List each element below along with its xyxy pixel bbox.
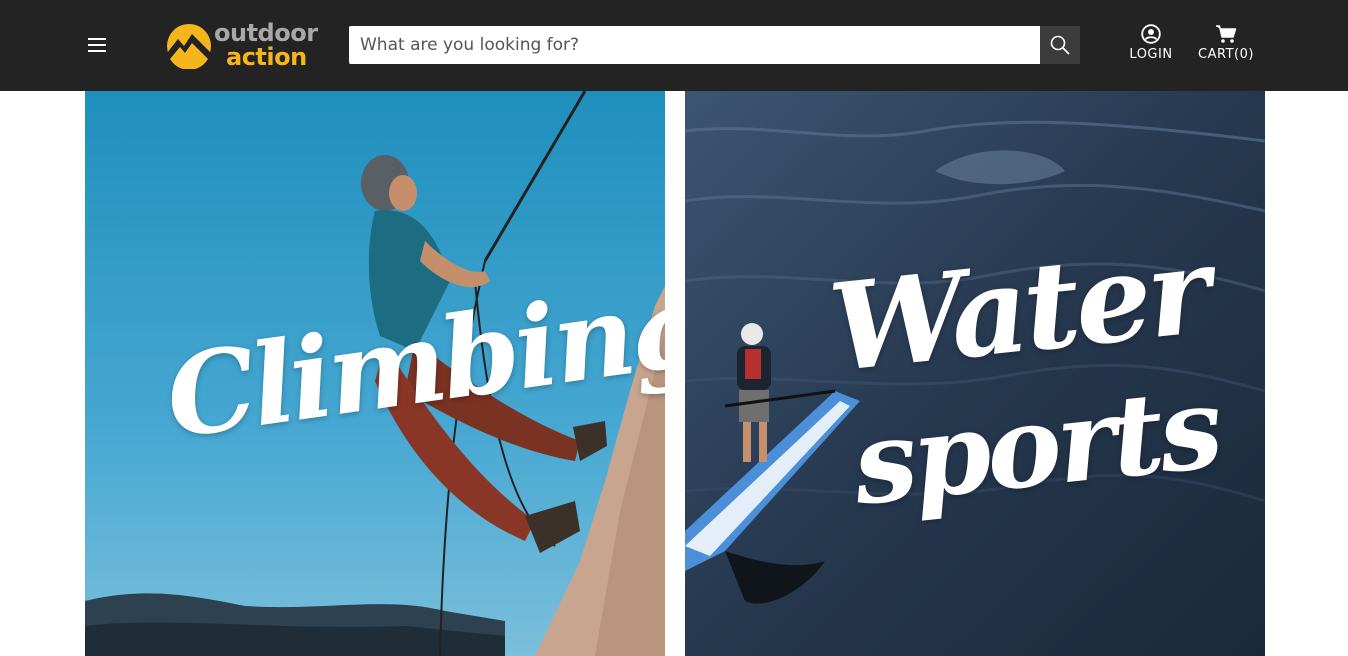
top-navigation-bar: outdoor action LOGIN CART(0) [0, 0, 1348, 91]
category-tile-water-sports[interactable]: Water sports [685, 91, 1265, 656]
search-input[interactable] [349, 26, 1040, 64]
menu-line [88, 38, 106, 40]
category-tile-climbing[interactable]: Climbing [85, 91, 665, 656]
logo-text-action: action [226, 43, 307, 71]
sun-mountain-logo-icon [167, 24, 211, 69]
hamburger-menu-button[interactable] [84, 33, 110, 57]
shopping-cart-icon [1216, 25, 1237, 43]
site-logo[interactable]: outdoor action [166, 20, 321, 72]
login-label: LOGIN [1129, 47, 1173, 62]
login-button[interactable]: LOGIN [1126, 24, 1176, 68]
menu-line [88, 50, 106, 52]
cart-button[interactable]: CART(0) [1196, 24, 1256, 68]
cart-label: CART(0) [1198, 47, 1254, 62]
user-circle-icon [1141, 24, 1161, 44]
menu-line [88, 44, 106, 46]
search-icon [1050, 35, 1070, 55]
search-button[interactable] [1040, 26, 1080, 64]
